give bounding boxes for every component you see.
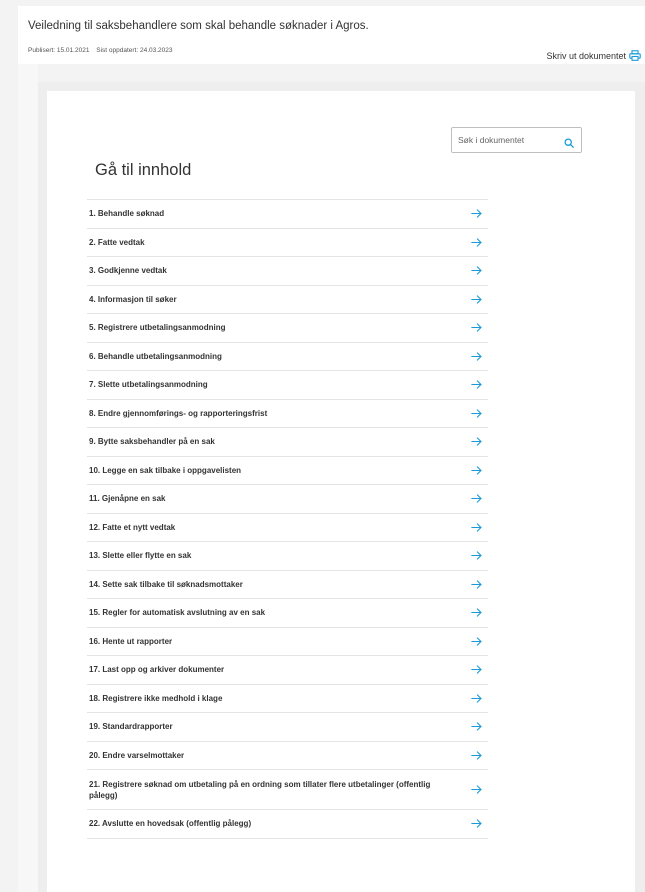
toc-item[interactable]: 2. Fatte vedtak bbox=[87, 229, 488, 257]
toc-item-label: 11. Gjenåpne en sak bbox=[89, 494, 166, 504]
toc-item-label: 13. Slette eller flytte en sak bbox=[89, 551, 192, 561]
toc-item[interactable]: 10. Legge en sak tilbake i oppgavelisten bbox=[87, 457, 488, 485]
arrow-right-icon bbox=[471, 380, 482, 389]
toc-item-label: 4. Informasjon til søker bbox=[89, 294, 177, 304]
arrow-right-icon bbox=[471, 238, 482, 247]
arrow-right-icon bbox=[471, 580, 482, 589]
document-page: Gå til innhold 1. Behandle søknad 2. Fat… bbox=[47, 91, 635, 892]
toc-item[interactable]: 20. Endre varselmottaker bbox=[87, 742, 488, 770]
arrow-right-icon bbox=[471, 295, 482, 304]
toc-item[interactable]: 12. Fatte et nytt vedtak bbox=[87, 514, 488, 542]
toc-item-label: 8. Endre gjennomførings- og rapportering… bbox=[89, 408, 268, 418]
toc-item[interactable]: 6. Behandle utbetalingsanmodning bbox=[87, 343, 488, 371]
toc-item[interactable]: 13. Slette eller flytte en sak bbox=[87, 542, 488, 571]
arrow-right-icon bbox=[471, 409, 482, 418]
toc-item-label: 2. Fatte vedtak bbox=[89, 237, 145, 247]
arrow-right-icon bbox=[471, 523, 482, 532]
arrow-right-icon bbox=[471, 694, 482, 703]
arrow-right-icon bbox=[471, 665, 482, 674]
arrow-right-icon bbox=[471, 785, 482, 794]
arrow-right-icon bbox=[471, 466, 482, 475]
document-intro: Veiledning til saksbehandlere som skal b… bbox=[28, 20, 369, 32]
document-meta: Publisert: 15.01.2021 Sist oppdatert: 24… bbox=[28, 47, 178, 54]
toc-item-label: 20. Endre varselmottaker bbox=[89, 750, 185, 760]
toc-item-label: 9. Bytte saksbehandler på en sak bbox=[89, 437, 215, 447]
toc-item[interactable]: 16. Hente ut rapporter bbox=[87, 628, 488, 656]
toc-item-label: 15. Regler for automatisk avslutning av … bbox=[89, 608, 266, 618]
arrow-right-icon bbox=[471, 819, 482, 828]
arrow-right-icon bbox=[471, 266, 482, 275]
arrow-right-icon bbox=[471, 437, 482, 446]
printer-icon bbox=[629, 50, 641, 61]
document-header: Veiledning til saksbehandlere som skal b… bbox=[18, 6, 645, 64]
toc-item[interactable]: 7. Slette utbetalingsanmodning bbox=[87, 371, 488, 400]
toc-item-label: 14. Sette sak tilbake til søknadsmottake… bbox=[89, 579, 243, 589]
toc-item[interactable]: 8. Endre gjennomførings- og rapportering… bbox=[87, 400, 488, 428]
print-document-label: Skriv ut dokumentet bbox=[546, 50, 626, 61]
left-gutter bbox=[18, 64, 38, 892]
toc-list: 1. Behandle søknad 2. Fatte vedtak 3. Go… bbox=[87, 199, 488, 839]
arrow-right-icon bbox=[471, 323, 482, 332]
toc-item-label: 16. Hente ut rapporter bbox=[89, 636, 173, 646]
published-date: Publisert: 15.01.2021 bbox=[28, 47, 90, 54]
print-document-link[interactable]: Skriv ut dokumentet bbox=[546, 50, 641, 61]
arrow-right-icon bbox=[471, 352, 482, 361]
toc-item-label: 10. Legge en sak tilbake i oppgavelisten bbox=[89, 465, 242, 475]
arrow-right-icon bbox=[471, 722, 482, 731]
arrow-right-icon bbox=[471, 751, 482, 760]
toc-item-label: 7. Slette utbetalingsanmodning bbox=[89, 380, 208, 390]
toc-item[interactable]: 22. Avslutte en hovedsak (offentlig påle… bbox=[87, 810, 488, 839]
toc-item[interactable]: 1. Behandle søknad bbox=[87, 200, 488, 229]
toc-item[interactable]: 19. Standardrapporter bbox=[87, 713, 488, 742]
toc-item[interactable]: 15. Regler for automatisk avslutning av … bbox=[87, 599, 488, 628]
toc-item[interactable]: 14. Sette sak tilbake til søknadsmottake… bbox=[87, 571, 488, 599]
toc-item-label: 17. Last opp og arkiver dokumenter bbox=[89, 665, 225, 675]
toc-item-label: 1. Behandle søknad bbox=[89, 209, 165, 219]
toc-item[interactable]: 3. Godkjenne vedtak bbox=[87, 257, 488, 286]
arrow-right-icon bbox=[471, 494, 482, 503]
toc-item[interactable]: 17. Last opp og arkiver dokumenter bbox=[87, 656, 488, 685]
toc-item-label: 3. Godkjenne vedtak bbox=[89, 266, 167, 276]
updated-date: Sist oppdatert: 24.03.2023 bbox=[96, 47, 173, 54]
toc-item[interactable]: 18. Registrere ikke medhold i klage bbox=[87, 685, 488, 713]
arrow-right-icon bbox=[471, 551, 482, 560]
arrow-right-icon bbox=[471, 608, 482, 617]
toc-item-label: 5. Registrere utbetalingsanmodning bbox=[89, 323, 226, 333]
search-input[interactable] bbox=[458, 135, 558, 145]
search-icon[interactable] bbox=[564, 135, 574, 153]
toc-item-label: 6. Behandle utbetalingsanmodning bbox=[89, 351, 222, 361]
arrow-right-icon bbox=[471, 637, 482, 646]
arrow-right-icon bbox=[471, 209, 482, 218]
toc-item-label: 19. Standardrapporter bbox=[89, 722, 173, 732]
toc-item-label: 18. Registrere ikke medhold i klage bbox=[89, 693, 223, 703]
toc-item-label: 21. Registrere søknad om utbetaling på e… bbox=[89, 779, 431, 800]
toc-item-label: 22. Avslutte en hovedsak (offentlig påle… bbox=[89, 819, 252, 829]
toc-item[interactable]: 21. Registrere søknad om utbetaling på e… bbox=[87, 770, 488, 810]
toc-title: Gå til innhold bbox=[95, 161, 192, 179]
toc-item[interactable]: 4. Informasjon til søker bbox=[87, 286, 488, 314]
document-search[interactable] bbox=[451, 127, 582, 153]
toc-item[interactable]: 9. Bytte saksbehandler på en sak bbox=[87, 428, 488, 457]
toc-item-label: 12. Fatte et nytt vedtak bbox=[89, 522, 176, 532]
toc-item[interactable]: 11. Gjenåpne en sak bbox=[87, 485, 488, 514]
toc-item[interactable]: 5. Registrere utbetalingsanmodning bbox=[87, 314, 488, 343]
